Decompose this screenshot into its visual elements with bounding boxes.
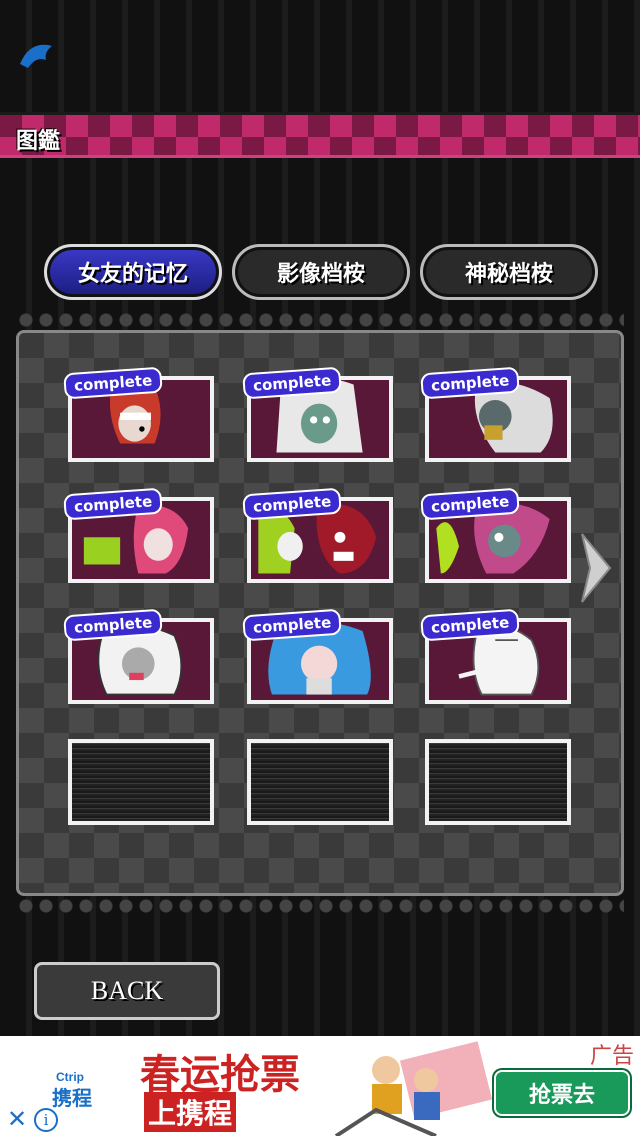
- ad-subheadline: 上携程: [144, 1092, 237, 1132]
- gallery-card-4[interactable]: complete: [63, 487, 214, 583]
- dolphin-logo-icon: [20, 44, 52, 68]
- close-icon[interactable]: ✕: [4, 1106, 30, 1132]
- gallery-card-locked[interactable]: [68, 739, 214, 825]
- chevron-right-icon[interactable]: [576, 528, 616, 608]
- tab-girlfriend-memories[interactable]: 女友的记忆: [44, 244, 222, 300]
- page-title: 图鑑: [16, 129, 61, 154]
- tab-video-files[interactable]: 影像档桉: [232, 244, 410, 300]
- lace-border-top: [16, 310, 624, 330]
- tab-bar: 女友的记忆 影像档桉 神秘档桉: [44, 244, 598, 300]
- tab-mystery-files[interactable]: 神秘档桉: [420, 244, 598, 300]
- info-icon[interactable]: i: [34, 1108, 58, 1132]
- gallery-card-5[interactable]: complete: [242, 487, 393, 583]
- gallery-card-7[interactable]: complete: [63, 608, 214, 704]
- title-bar: 图鑑: [0, 112, 640, 158]
- lace-border-bottom: [16, 896, 624, 916]
- ad-illustration: [334, 1041, 493, 1136]
- gallery-card-locked[interactable]: [425, 739, 571, 825]
- gallery-card-1[interactable]: complete: [63, 366, 214, 462]
- ad-label: 广告: [590, 1044, 635, 1069]
- gallery-card-9[interactable]: complete: [420, 608, 571, 704]
- gallery-card-2[interactable]: complete: [242, 366, 393, 462]
- gallery-card-6[interactable]: complete: [420, 487, 571, 583]
- ad-cta-button[interactable]: 抢票去: [494, 1070, 630, 1116]
- ad-brand-cn: 携程: [52, 1086, 92, 1110]
- gallery-card-3[interactable]: complete: [420, 366, 571, 462]
- gallery-card-8[interactable]: complete: [242, 608, 393, 704]
- gallery-card-locked[interactable]: [247, 739, 393, 825]
- back-button[interactable]: BACK: [34, 962, 220, 1020]
